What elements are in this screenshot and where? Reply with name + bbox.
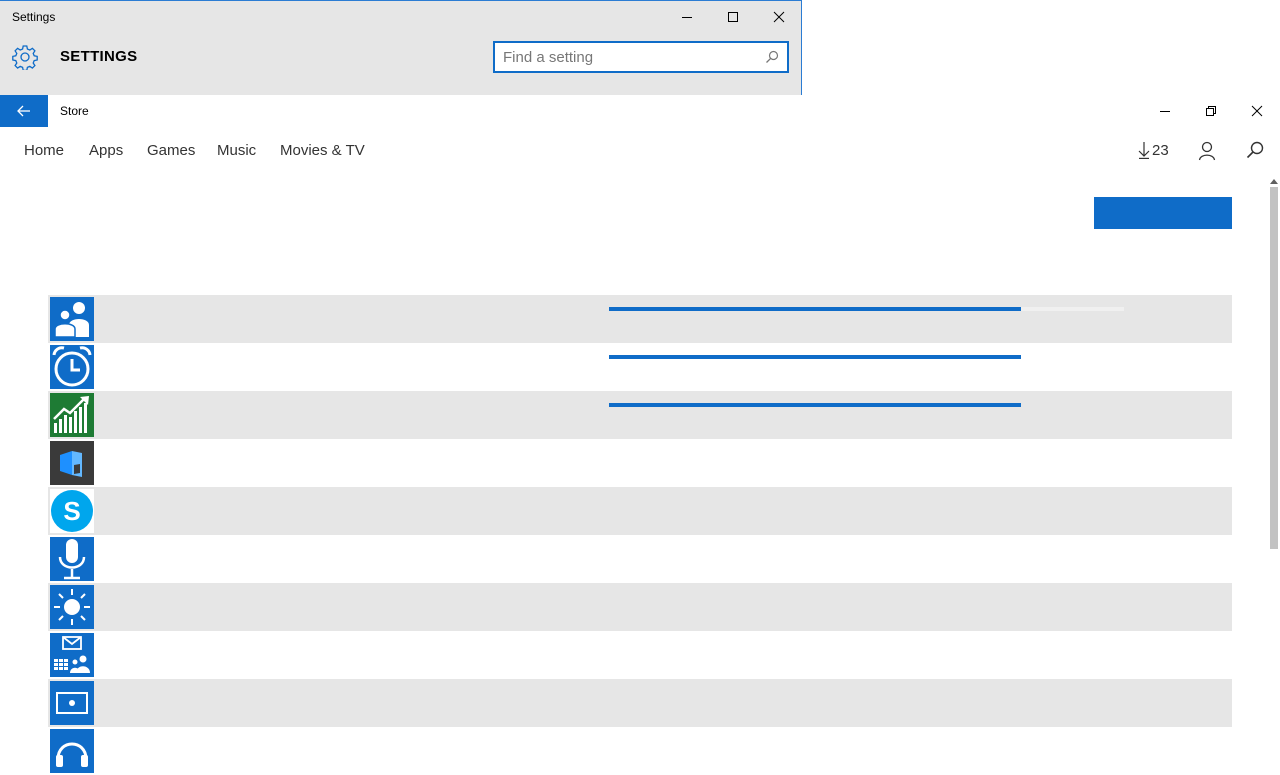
download-progress-fill bbox=[609, 307, 1021, 311]
settings-window: Settings SETTINGS bbox=[0, 0, 802, 96]
voice-recorder-icon bbox=[50, 537, 94, 581]
settings-heading: SETTINGS bbox=[60, 48, 138, 65]
restore-icon bbox=[1206, 106, 1216, 116]
settings-minimize-button[interactable] bbox=[664, 1, 710, 33]
close-icon bbox=[773, 11, 785, 23]
list-item[interactable] bbox=[48, 583, 1232, 631]
minimize-icon bbox=[682, 17, 692, 18]
settings-maximize-button[interactable] bbox=[710, 1, 756, 33]
nav-home[interactable]: Home bbox=[24, 142, 64, 159]
nav-games[interactable]: Games bbox=[147, 142, 195, 159]
downloads-count: 23 bbox=[1152, 141, 1169, 159]
gear-icon bbox=[12, 45, 38, 70]
download-progress-fill bbox=[609, 355, 1021, 359]
nav-music[interactable]: Music bbox=[217, 142, 256, 159]
account-icon[interactable] bbox=[1198, 141, 1216, 161]
3d-builder-icon bbox=[50, 441, 94, 485]
search-icon[interactable] bbox=[765, 50, 779, 64]
scroll-up-button[interactable] bbox=[1268, 175, 1280, 187]
download-progress-bar bbox=[609, 403, 1124, 407]
download-arrow-icon bbox=[1138, 142, 1150, 159]
search-icon[interactable] bbox=[1246, 141, 1264, 159]
svg-text:S: S bbox=[63, 496, 80, 526]
settings-close-button[interactable] bbox=[756, 1, 802, 33]
scrollbar-thumb[interactable] bbox=[1270, 187, 1278, 549]
store-titlebar: Store bbox=[0, 95, 1280, 127]
nav-movies-tv[interactable]: Movies & TV bbox=[280, 142, 365, 159]
settings-search-box[interactable] bbox=[493, 41, 789, 73]
list-item[interactable]: S bbox=[48, 487, 1232, 535]
groove-music-icon bbox=[50, 729, 94, 773]
close-icon bbox=[1251, 105, 1263, 117]
downloads-button[interactable]: 23 bbox=[1138, 141, 1169, 159]
list-item[interactable] bbox=[48, 391, 1232, 439]
scrollbar[interactable] bbox=[1268, 175, 1280, 760]
maximize-icon bbox=[728, 12, 738, 22]
list-item[interactable] bbox=[48, 727, 1232, 775]
people-icon bbox=[50, 297, 94, 341]
settings-window-title: Settings bbox=[12, 10, 56, 24]
list-item[interactable] bbox=[48, 535, 1232, 583]
minimize-icon bbox=[1160, 111, 1170, 112]
list-item[interactable] bbox=[48, 679, 1232, 727]
store-restore-button[interactable] bbox=[1188, 95, 1234, 127]
downloads-list: S bbox=[48, 295, 1232, 775]
store-window-title: Store bbox=[60, 104, 89, 118]
download-progress-bar bbox=[609, 355, 1124, 359]
back-arrow-icon bbox=[17, 105, 30, 117]
money-chart-icon bbox=[50, 393, 94, 437]
store-minimize-button[interactable] bbox=[1142, 95, 1188, 127]
download-progress-fill bbox=[609, 403, 1021, 407]
back-button[interactable] bbox=[0, 95, 48, 127]
mail-calendar-icon bbox=[50, 633, 94, 677]
movies-tv-icon bbox=[50, 681, 94, 725]
update-all-button[interactable] bbox=[1094, 197, 1232, 229]
weather-icon bbox=[50, 585, 94, 629]
list-item[interactable] bbox=[48, 295, 1232, 343]
skype-icon: S bbox=[50, 489, 94, 533]
download-progress-bar bbox=[609, 307, 1124, 311]
settings-search-input[interactable] bbox=[503, 47, 753, 67]
list-item[interactable] bbox=[48, 439, 1232, 487]
alarm-clock-icon bbox=[50, 345, 94, 389]
list-item[interactable] bbox=[48, 343, 1232, 391]
nav-apps[interactable]: Apps bbox=[89, 142, 123, 159]
chevron-up-icon bbox=[1270, 179, 1278, 184]
store-close-button[interactable] bbox=[1234, 95, 1280, 127]
store-nav-bar: Home Apps Games Music Movies & TV 23 bbox=[0, 127, 1280, 175]
list-item[interactable] bbox=[48, 631, 1232, 679]
